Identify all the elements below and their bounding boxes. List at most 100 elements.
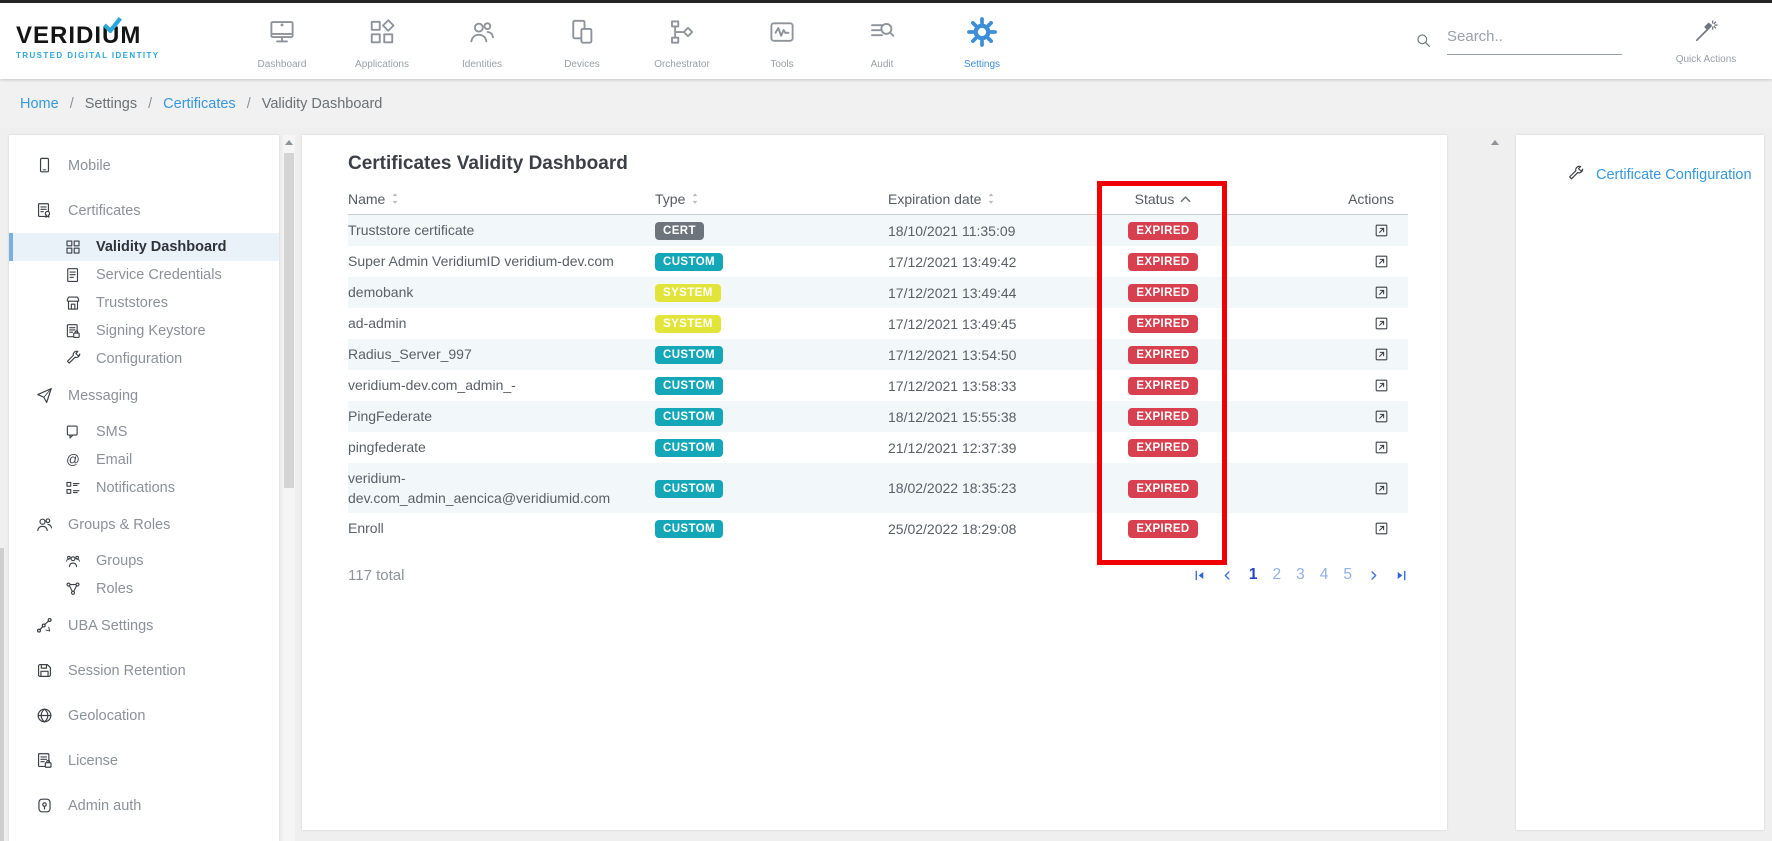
open-record-button[interactable]: [1371, 251, 1392, 272]
sidebar-item-configuration[interactable]: Configuration: [9, 345, 279, 373]
type-badge: CUSTOM: [655, 439, 723, 457]
sidebar-item-session-retention[interactable]: Session Retention: [9, 648, 279, 693]
sidebar-item-mobile[interactable]: Mobile: [9, 143, 279, 188]
type-badge: CERT: [655, 222, 704, 240]
sidebar-item-sms[interactable]: SMS: [9, 418, 279, 446]
page-number-1[interactable]: 1: [1249, 566, 1258, 584]
nav-item-orchestrator[interactable]: Orchestrator: [632, 13, 732, 70]
sidebar-item-groups-roles[interactable]: Groups & Roles: [9, 502, 279, 547]
open-record-button[interactable]: [1371, 375, 1392, 396]
cell-actions: [1223, 518, 1408, 539]
breadcrumb-separator: /: [148, 96, 152, 112]
sidebar-item-uba-settings[interactable]: UBA Settings: [9, 603, 279, 648]
open-record-button[interactable]: [1371, 437, 1392, 458]
sidebar-item-certificates[interactable]: Certificates: [9, 188, 279, 233]
quick-actions-button[interactable]: Quick Actions: [1656, 18, 1756, 65]
cell-actions: [1223, 282, 1408, 303]
column-header-type[interactable]: Type: [655, 191, 888, 207]
last-page-icon[interactable]: [1395, 569, 1408, 582]
type-badge: CUSTOM: [655, 377, 723, 395]
nav-item-audit[interactable]: Audit: [832, 13, 932, 70]
open-record-button[interactable]: [1371, 220, 1392, 241]
applications-icon: [367, 17, 397, 52]
column-header-expiration-date[interactable]: Expiration date: [888, 191, 1103, 207]
cell-expiration: 17/12/2021 13:49:42: [888, 254, 1103, 270]
sidebar-item-roles[interactable]: Roles: [9, 575, 279, 603]
nav-item-label: Orchestrator: [654, 59, 710, 70]
open-record-button[interactable]: [1371, 406, 1392, 427]
breadcrumb-home[interactable]: Home: [20, 96, 59, 112]
sidebar-item-label: Roles: [96, 581, 133, 597]
sidebar-item-label: Messaging: [68, 388, 138, 404]
nav-item-applications[interactable]: Applications: [332, 13, 432, 70]
cell-status: EXPIRED: [1103, 283, 1223, 302]
status-badge: EXPIRED: [1128, 315, 1197, 333]
sidebar-item-truststores[interactable]: Truststores: [9, 289, 279, 317]
open-record-button[interactable]: [1371, 344, 1392, 365]
cell-status: EXPIRED: [1103, 376, 1223, 395]
sort-icon: [691, 192, 699, 205]
next-page-icon[interactable]: [1367, 569, 1380, 582]
cell-type: CUSTOM: [655, 479, 888, 498]
sidebar-scrollbar[interactable]: [283, 135, 295, 841]
column-header-name[interactable]: Name: [348, 191, 655, 207]
page-number-5[interactable]: 5: [1343, 566, 1352, 584]
nav-item-settings[interactable]: Settings: [932, 13, 1032, 70]
cell-name: demobank: [348, 282, 655, 302]
page-number-4[interactable]: 4: [1320, 566, 1329, 584]
mobile-icon: [35, 156, 54, 175]
search-input[interactable]: [1447, 28, 1622, 45]
logo-wordmark: VERIDIUM: [16, 22, 141, 50]
sidebar-item-signing-keystore[interactable]: Signing Keystore: [9, 317, 279, 345]
table-row: EnrollCUSTOM25/02/2022 18:29:08EXPIRED: [348, 513, 1408, 544]
prev-page-icon[interactable]: [1221, 569, 1234, 582]
session-icon: [35, 661, 54, 680]
content-scrollbar[interactable]: [1489, 135, 1501, 830]
nav-item-dashboard[interactable]: Dashboard: [232, 13, 332, 70]
scrollbar-up-arrow[interactable]: [1491, 140, 1499, 145]
window-scrollbar[interactable]: [0, 548, 4, 841]
sidebar-item-messaging[interactable]: Messaging: [9, 373, 279, 418]
page-number-3[interactable]: 3: [1296, 566, 1305, 584]
audit-icon: [867, 17, 897, 52]
sidebar-item-validity-dashboard[interactable]: Validity Dashboard: [9, 233, 279, 261]
nav-item-label: Devices: [564, 59, 600, 70]
column-header-actions[interactable]: Actions: [1223, 191, 1408, 207]
nav-item-identities[interactable]: Identities: [432, 13, 532, 70]
scrollbar-thumb[interactable]: [284, 153, 294, 488]
column-header-status[interactable]: Status: [1103, 191, 1223, 207]
breadcrumb-separator: /: [70, 96, 74, 112]
cell-type: CUSTOM: [655, 376, 888, 395]
cell-type: CUSTOM: [655, 519, 888, 538]
page-title: Certificates Validity Dashboard: [302, 135, 1447, 175]
open-record-button[interactable]: [1371, 313, 1392, 334]
sidebar-item-email[interactable]: @Email: [9, 446, 279, 474]
sidebar-item-service-credentials[interactable]: Service Credentials: [9, 261, 279, 289]
page-number-2[interactable]: 2: [1273, 566, 1282, 584]
first-page-icon[interactable]: [1193, 569, 1206, 582]
scrollbar-up-arrow[interactable]: [285, 140, 293, 145]
nav-item-devices[interactable]: Devices: [532, 13, 632, 70]
sidebar-item-groups[interactable]: Groups: [9, 547, 279, 575]
open-record-button[interactable]: [1371, 282, 1392, 303]
sidebar-item-label: Geolocation: [68, 708, 145, 724]
sidebar-item-label: Mobile: [68, 158, 111, 174]
sidebar-item-label: Validity Dashboard: [96, 239, 227, 255]
open-record-button[interactable]: [1371, 478, 1392, 499]
open-record-button[interactable]: [1371, 518, 1392, 539]
cell-expiration: 17/12/2021 13:54:50: [888, 347, 1103, 363]
sidebar-item-admin-auth[interactable]: Admin auth: [9, 783, 279, 828]
sidebar-item-geolocation[interactable]: Geolocation: [9, 693, 279, 738]
veridium-logo[interactable]: VERIDIUM TRUSTED DIGITAL IDENTITY: [0, 22, 218, 60]
table-body: Truststore certificateCERT18/10/2021 11:…: [348, 215, 1408, 544]
certificate-configuration-link[interactable]: Certificate Configuration: [1516, 135, 1764, 184]
notifications-icon: [64, 479, 82, 497]
table-row: veridium-dev.com_admin_-CUSTOM17/12/2021…: [348, 370, 1408, 401]
cell-type: CUSTOM: [655, 407, 888, 426]
sidebar-item-license[interactable]: License: [9, 738, 279, 783]
breadcrumb-certificates[interactable]: Certificates: [163, 96, 236, 112]
sidebar-item-label: License: [68, 753, 118, 769]
sidebar-item-notifications[interactable]: Notifications: [9, 474, 279, 502]
nav-item-tools[interactable]: Tools: [732, 13, 832, 70]
sidebar-item-label: Service Credentials: [96, 267, 222, 283]
